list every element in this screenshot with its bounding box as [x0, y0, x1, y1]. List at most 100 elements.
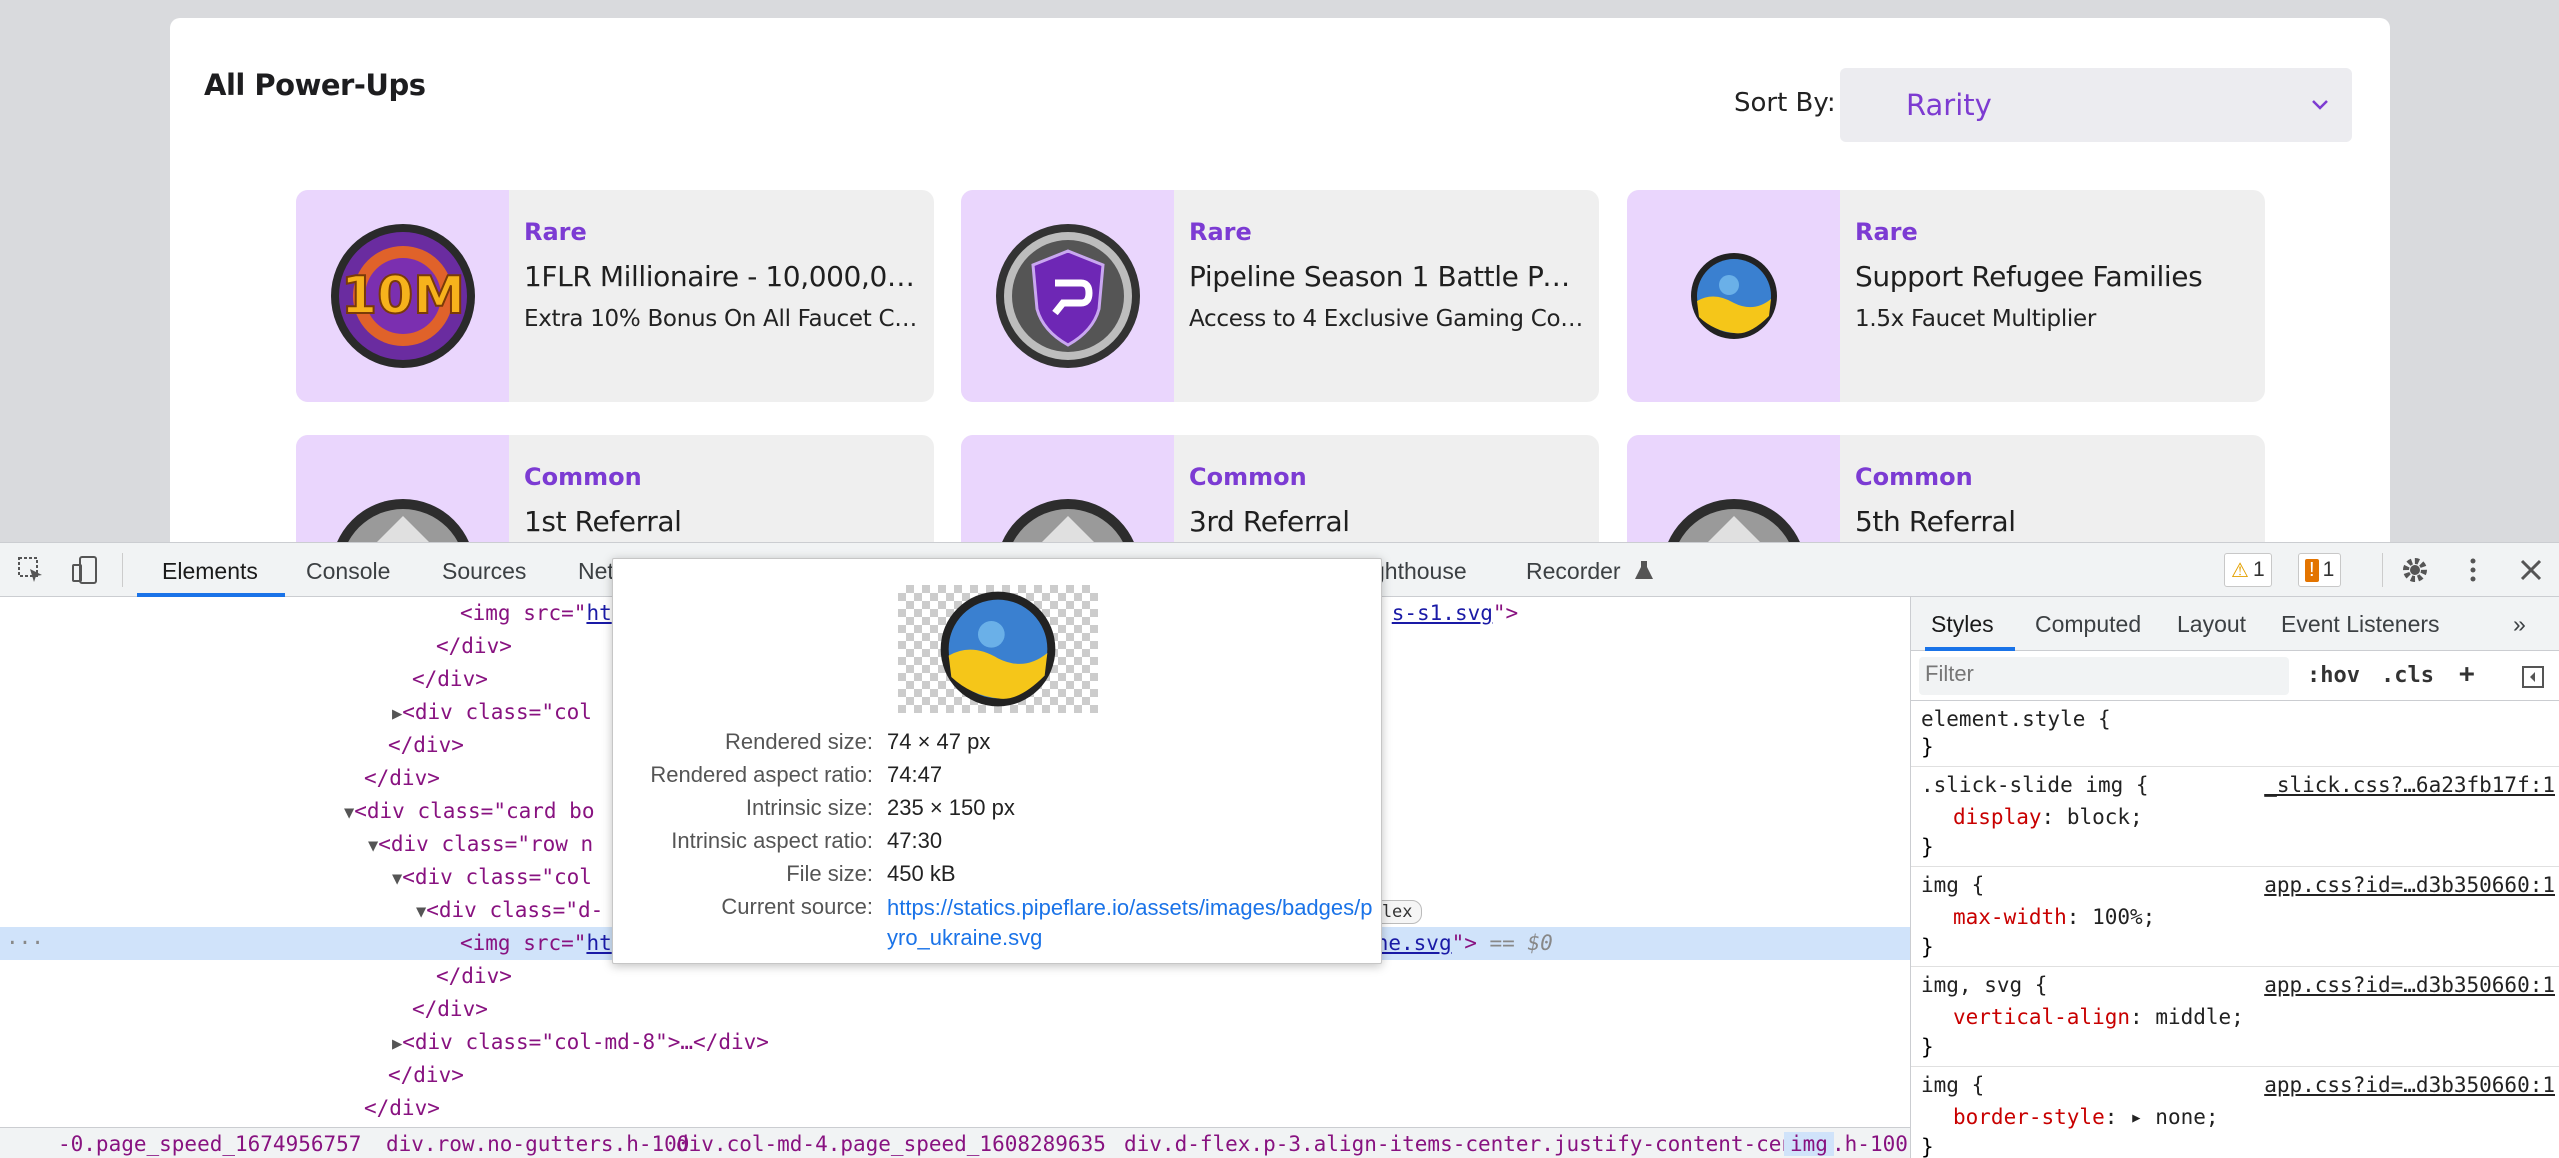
- issues-badge[interactable]: ! 1: [2298, 553, 2342, 587]
- dom-src-link[interactable]: ht: [586, 931, 611, 955]
- style-rule[interactable]: img, svg { app.css?id=…d3b350660:1 verti…: [1911, 967, 2559, 1067]
- powerup-card[interactable]: Common 5th Referral: [1627, 435, 2265, 542]
- powerup-thumb: [961, 190, 1174, 402]
- styles-sidebar: Styles Computed Layout Event Listeners »…: [1910, 597, 2559, 1158]
- more-tabs-icon[interactable]: »: [2513, 611, 2526, 638]
- css-value[interactable]: 100%;: [2092, 905, 2155, 929]
- rule-source-link[interactable]: app.css?id=…d3b350660:1: [2264, 1073, 2555, 1097]
- css-property[interactable]: vertical-align: [1953, 1005, 2130, 1029]
- warnings-badge[interactable]: ⚠ 1: [2224, 553, 2272, 587]
- rule-source-link[interactable]: app.css?id=…d3b350660:1: [2264, 973, 2555, 997]
- tooltip-key: Rendered aspect ratio:: [650, 762, 873, 787]
- dom-tag: </div>: [388, 1063, 464, 1087]
- sort-select[interactable]: Rarity: [1840, 68, 2352, 142]
- rule-close: }: [1921, 1035, 1934, 1059]
- tooltip-value: 235 × 150 px: [887, 795, 1015, 820]
- more-options-icon[interactable]: [2458, 555, 2488, 585]
- tab-event-listeners[interactable]: Event Listeners: [2281, 611, 2440, 638]
- expand-triangle-icon[interactable]: ▶: [392, 1034, 402, 1054]
- breadcrumb-item[interactable]: -0.page_speed_1674956757: [58, 1132, 361, 1156]
- 10m-badge-icon: 10M: [330, 224, 475, 368]
- dom-tag: <div class="row n: [378, 832, 594, 856]
- tab-layout[interactable]: Layout: [2177, 611, 2246, 638]
- powerup-rarity: Common: [1189, 463, 1307, 491]
- collapse-triangle-icon[interactable]: ▼: [368, 836, 378, 856]
- styles-tabbar: Styles Computed Layout Event Listeners »: [1911, 597, 2559, 651]
- css-property[interactable]: max-width: [1953, 905, 2067, 929]
- collapse-triangle-icon[interactable]: ▼: [344, 803, 354, 823]
- warning-count: 1: [2252, 558, 2265, 581]
- hov-toggle[interactable]: :hov: [2307, 663, 2360, 688]
- breadcrumb-item[interactable]: img: [1784, 1132, 1834, 1156]
- styles-filter-input[interactable]: [1919, 657, 2289, 695]
- dom-node-line[interactable]: </div>: [0, 993, 1910, 1026]
- css-value[interactable]: block;: [2067, 805, 2143, 829]
- dom-tag: </div>: [364, 1096, 440, 1120]
- css-value[interactable]: middle;: [2155, 1005, 2244, 1029]
- powerup-desc: Extra 10% Bonus On All Faucet Clai...: [524, 306, 919, 332]
- cls-toggle[interactable]: .cls: [2381, 663, 2434, 688]
- dom-tag: <div class="col-md-8">…</div>: [402, 1030, 769, 1054]
- tab-computed[interactable]: Computed: [2035, 611, 2141, 638]
- powerup-desc: 1.5x Faucet Multiplier: [1855, 306, 2097, 332]
- breadcrumb-item[interactable]: div.row.no-gutters.h-100: [386, 1132, 689, 1156]
- rule-selector: img {: [1921, 873, 1985, 897]
- tab-network[interactable]: Net: [578, 558, 614, 585]
- sort-select-value: Rarity: [1906, 88, 1992, 122]
- style-rule[interactable]: img { app.css?id=…d3b350660:1 border-sty…: [1911, 1067, 2559, 1158]
- powerup-thumb: [1627, 435, 1840, 542]
- tab-lighthouse[interactable]: ghthouse: [1372, 558, 1467, 585]
- referral-badge-icon: [1001, 499, 1134, 542]
- powerup-rarity: Common: [1855, 463, 1973, 491]
- powerup-desc: Access to 4 Exclusive Gaming Comp...: [1189, 306, 1584, 332]
- powerup-name: 3rd Referral: [1189, 505, 1350, 538]
- tab-styles[interactable]: Styles: [1931, 611, 1994, 638]
- style-rule[interactable]: element.style { }: [1911, 701, 2559, 767]
- more-actions-icon[interactable]: ···: [6, 927, 44, 960]
- powerup-thumb: [296, 435, 509, 542]
- powerup-name: Support Refugee Families: [1855, 260, 2203, 293]
- css-value[interactable]: ▸ none;: [2130, 1105, 2219, 1129]
- breadcrumb-item[interactable]: div.col-md-4.page_speed_1608289635: [676, 1132, 1106, 1156]
- powerup-card[interactable]: 10M Rare 1FLR Millionaire - 10,000,000 .…: [296, 190, 934, 402]
- collapse-triangle-icon[interactable]: ▼: [392, 869, 402, 889]
- powerup-card[interactable]: Common 3rd Referral: [961, 435, 1599, 542]
- dom-src-link[interactable]: ne.svg: [1376, 931, 1452, 955]
- sort-label: Sort By:: [1734, 88, 1836, 118]
- tab-sources[interactable]: Sources: [442, 558, 526, 585]
- dom-src-link[interactable]: ht: [586, 601, 611, 625]
- rule-source-link[interactable]: _slick.css?…6a23fb17f:1: [2264, 773, 2555, 797]
- tab-console[interactable]: Console: [306, 558, 390, 585]
- powerup-card[interactable]: Common 1st Referral: [296, 435, 934, 542]
- tab-elements[interactable]: Elements: [162, 558, 258, 585]
- css-property[interactable]: display: [1953, 805, 2042, 829]
- dom-node-line[interactable]: </div>: [0, 1092, 1910, 1125]
- toggle-sidebar-icon[interactable]: [2521, 665, 2545, 689]
- close-icon[interactable]: [2516, 555, 2546, 585]
- gear-icon[interactable]: [2400, 555, 2430, 585]
- dom-src-link[interactable]: s-s1.svg: [1392, 601, 1493, 625]
- tab-recorder[interactable]: Recorder: [1526, 558, 1621, 585]
- powerup-card[interactable]: Rare Support Refugee Families 1.5x Fauce…: [1627, 190, 2265, 402]
- powerup-card[interactable]: Rare Pipeline Season 1 Battle Pass Acces…: [961, 190, 1599, 402]
- inspect-element-icon[interactable]: [16, 555, 46, 585]
- dom-node-line[interactable]: </div>: [0, 1059, 1910, 1092]
- new-rule-icon[interactable]: +: [2459, 659, 2475, 689]
- css-property[interactable]: border-style: [1953, 1105, 2105, 1129]
- dom-tag: </div>: [364, 766, 440, 790]
- expand-triangle-icon[interactable]: ▶: [392, 704, 402, 724]
- powerup-thumb: [1627, 190, 1840, 402]
- dom-node-line[interactable]: ▶<div class="col-md-8">…</div>: [0, 1026, 1910, 1059]
- tooltip-key: Intrinsic size:: [745, 795, 873, 820]
- rule-selector: .slick-slide img {: [1921, 773, 2149, 797]
- dom-node-line[interactable]: </div>: [0, 960, 1910, 993]
- shield-badge-icon: [995, 224, 1140, 368]
- style-rule[interactable]: .slick-slide img { _slick.css?…6a23fb17f…: [1911, 767, 2559, 867]
- collapse-triangle-icon[interactable]: ▼: [416, 902, 426, 922]
- dom-tag: ">: [1492, 601, 1519, 625]
- styles-filter-bar: Filter :hov .cls +: [1911, 651, 2559, 701]
- style-rule[interactable]: img { app.css?id=…d3b350660:1 max-width:…: [1911, 867, 2559, 967]
- current-source-link[interactable]: https://statics.pipeflare.io/assets/imag…: [887, 893, 1377, 953]
- device-toolbar-icon[interactable]: [70, 555, 100, 585]
- rule-source-link[interactable]: app.css?id=…d3b350660:1: [2264, 873, 2555, 897]
